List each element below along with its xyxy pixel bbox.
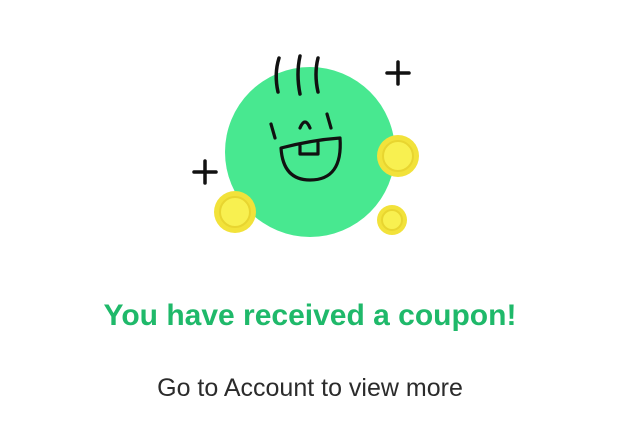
coupon-received-title: You have received a coupon! [103, 299, 517, 332]
coupon-illustration [192, 54, 419, 237]
coin-icon [377, 205, 407, 235]
coin-icon [214, 191, 256, 233]
view-account-hint: Go to Account to view more [157, 374, 463, 402]
coin-icon [377, 135, 419, 177]
